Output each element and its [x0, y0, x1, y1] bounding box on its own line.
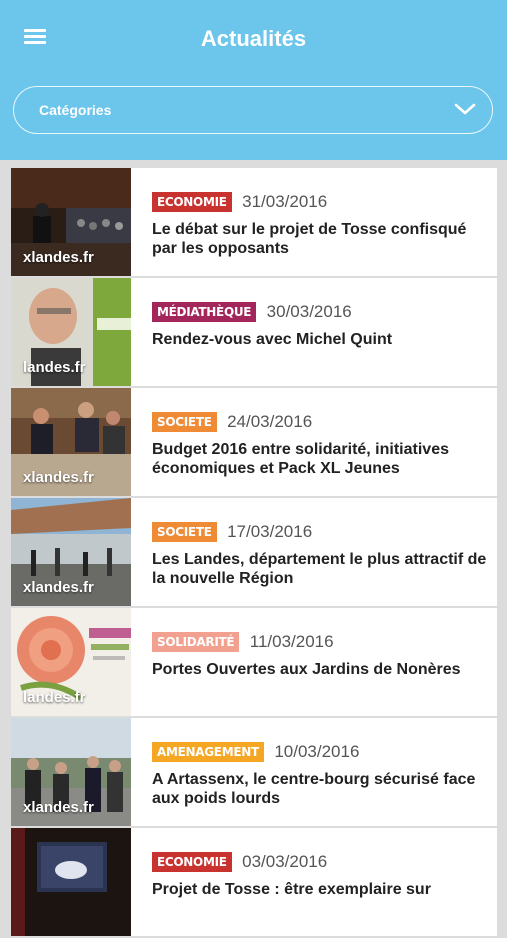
news-item[interactable]: xlandes.fr AMENAGEMENT 10/03/2016 A Arta… — [11, 718, 497, 826]
news-item[interactable]: ECONOMIE 03/03/2016 Projet de Tosse : êt… — [11, 828, 497, 936]
news-item[interactable]: landes.fr MÉDIATHÈQUE 30/03/2016 Rendez-… — [11, 278, 497, 386]
thumbnail-watermark: xlandes.fr — [23, 469, 94, 486]
category-badge: ECONOMIE — [152, 192, 232, 212]
thumbnail-watermark: landes.fr — [23, 359, 86, 376]
app-header: Actualités Catégories — [0, 0, 507, 160]
news-item[interactable]: landes.fr SOLIDARITÉ 11/03/2016 Portes O… — [11, 608, 497, 716]
page-title: Actualités — [200, 26, 307, 51]
category-badge: SOLIDARITÉ — [152, 632, 240, 652]
news-thumbnail: xlandes.fr — [11, 498, 131, 606]
category-badge: SOCIETE — [152, 522, 217, 542]
news-date: 03/03/2016 — [242, 852, 328, 871]
news-thumbnail — [11, 828, 131, 936]
categories-dropdown[interactable]: Catégories — [13, 86, 493, 134]
news-date: 17/03/2016 — [227, 522, 313, 541]
news-date: 31/03/2016 — [242, 192, 328, 211]
news-thumbnail: xlandes.fr — [11, 388, 131, 496]
news-title: Les Landes, département le plus attracti… — [152, 551, 487, 587]
news-item[interactable]: xlandes.fr SOCIETE 17/03/2016 Les Landes… — [11, 498, 497, 606]
news-title: Rendez-vous avec Michel Quint — [152, 331, 393, 348]
news-title: Portes Ouvertes aux Jardins de Nonères — [152, 661, 461, 678]
thumbnail-watermark: xlandes.fr — [23, 249, 94, 266]
thumbnail-watermark: xlandes.fr — [23, 799, 94, 816]
news-title: Budget 2016 entre solidarité, initiative… — [152, 441, 449, 477]
news-item[interactable]: xlandes.fr SOCIETE 24/03/2016 Budget 201… — [11, 388, 497, 496]
news-thumbnail: landes.fr — [11, 608, 131, 716]
news-title: Le débat sur le projet de Tosse confisqu… — [152, 221, 467, 257]
news-thumbnail: xlandes.fr — [11, 168, 131, 276]
category-badge: ECONOMIE — [152, 852, 232, 872]
news-date: 11/03/2016 — [249, 632, 334, 651]
news-list: xlandes.fr ECONOMIE 31/03/2016 Le débat … — [11, 168, 497, 938]
news-date: 30/03/2016 — [266, 302, 352, 321]
news-item[interactable]: xlandes.fr ECONOMIE 31/03/2016 Le débat … — [11, 168, 497, 276]
category-badge: SOCIETE — [152, 412, 217, 432]
news-date: 10/03/2016 — [274, 742, 360, 761]
thumbnail-watermark: landes.fr — [23, 689, 86, 706]
news-thumbnail: xlandes.fr — [11, 718, 131, 826]
news-date: 24/03/2016 — [227, 412, 313, 431]
categories-label: Catégories — [39, 102, 112, 118]
category-badge: MÉDIATHÈQUE — [152, 302, 257, 322]
news-title: Projet de Tosse : être exemplaire sur — [152, 881, 431, 898]
chevron-down-icon — [454, 103, 476, 115]
category-badge: AMENAGEMENT — [152, 742, 264, 762]
news-title: A Artassenx, le centre-bourg sécurisé fa… — [152, 771, 476, 807]
news-thumbnail: landes.fr — [11, 278, 131, 386]
thumbnail-watermark: xlandes.fr — [23, 579, 94, 596]
